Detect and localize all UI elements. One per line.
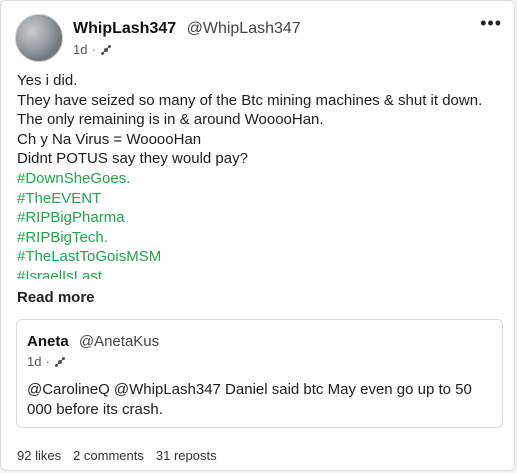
hashtag-link[interactable]: #TheLastToGoisMSM [17,247,507,267]
hashtag-link[interactable]: #RIPBigPharma [17,208,507,228]
quote-author: Aneta @AnetaKus [27,333,159,350]
post-age: 1d [73,42,88,57]
reposts-count[interactable]: 31 reposts [156,448,217,463]
post-body: Yes i did. They have seized so many of t… [17,71,507,279]
avatar[interactable] [15,14,63,62]
post-line: Yes i did. [17,72,78,89]
post-meta: 1d · [73,42,112,57]
meta-separator: · [91,42,96,57]
post-line: They have seized so many of the Btc mini… [17,91,483,129]
threads-icon [54,356,66,368]
quoted-post[interactable]: Aneta @AnetaKus 1d · @CarolineQ @WhipLas… [16,319,503,428]
hashtag-link[interactable]: #IsraelIsLast [17,267,507,279]
post-line: Ch y Na Virus = WooooHan [17,130,202,148]
comments-count[interactable]: 2 comments [73,448,144,463]
hashtag-link[interactable]: #RIPBigTech. [17,228,507,248]
post-line: Didnt POTUS say they would pay? [17,150,248,168]
post-stats: 92 likes 2 comments 31 reposts [17,448,217,463]
hashtag-link[interactable]: #TheEVENT [17,189,507,209]
quote-age: 1d [27,354,42,369]
more-options-button[interactable]: ••• [480,14,502,32]
quote-meta: 1d · [27,354,66,369]
post-card: WhipLash347 @WhipLash347 1d · ••• Yes i … [0,0,515,471]
author-handle[interactable]: @WhipLash347 [187,20,301,37]
threads-icon [100,44,112,56]
author-name[interactable]: WhipLash347 [73,20,176,37]
quote-text: @CarolineQ @WhipLash347 Daniel said btc … [27,381,472,418]
hashtag-link[interactable]: #DownSheGoes. [17,169,507,189]
post-author: WhipLash347 @WhipLash347 [73,20,301,38]
quote-author-handle[interactable]: @AnetaKus [79,333,159,350]
meta-separator: · [45,354,50,369]
likes-count[interactable]: 92 likes [17,448,61,463]
read-more-button[interactable]: Read more [17,289,95,306]
quote-author-name[interactable]: Aneta [27,333,69,350]
